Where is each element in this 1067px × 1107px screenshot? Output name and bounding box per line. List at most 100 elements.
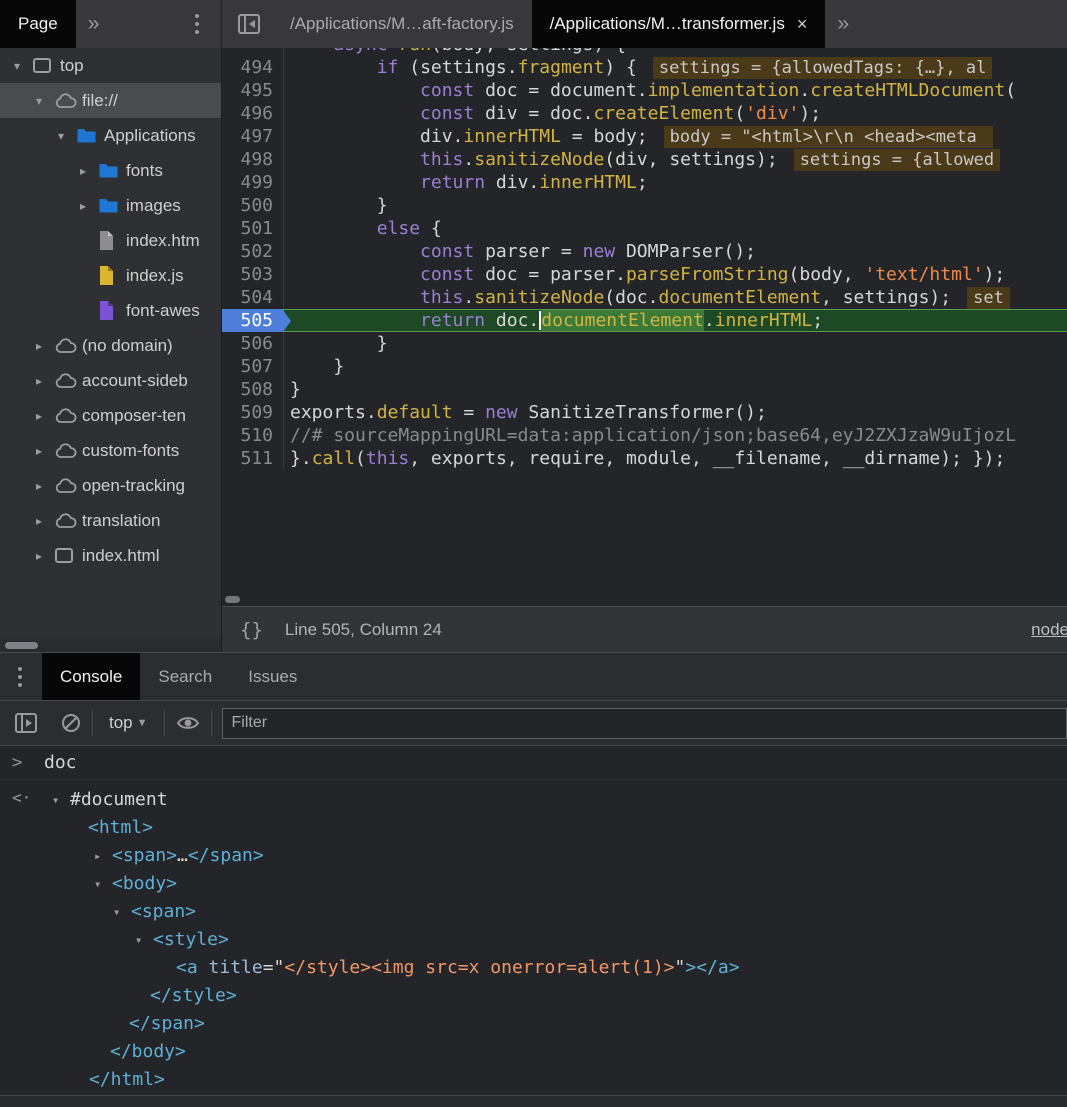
dom-tree-row[interactable]: <a title="</style><img src=x onerror=ale… (0, 954, 1067, 982)
dom-tree-row[interactable]: <html> (0, 814, 1067, 842)
sidebar-item-images[interactable]: ▸images (0, 188, 221, 223)
navigator-hscrollbar[interactable] (0, 639, 221, 652)
file-tab[interactable]: /Applications/M…transformer.js× (532, 0, 826, 48)
line-number[interactable]: 503 (222, 263, 284, 286)
code-line-content[interactable]: //# sourceMappingURL=data:application/js… (284, 424, 1067, 447)
code-line-content[interactable]: return doc.documentElement.innerHTML; (284, 309, 1067, 332)
sidebar-item-fonts[interactable]: ▸fonts (0, 153, 221, 188)
line-number[interactable]: 495 (222, 79, 284, 102)
code-line-content[interactable]: async run(body, settings) { (284, 48, 1067, 56)
code-line-content[interactable]: const doc = document.implementation.crea… (284, 79, 1067, 102)
navigator-menu-icon[interactable] (191, 10, 203, 38)
console-filter-input[interactable] (222, 708, 1067, 739)
line-number[interactable]: 510 (222, 424, 284, 447)
tree-expand-icon[interactable]: ▸ (36, 339, 54, 353)
dom-tree-row[interactable]: ▾<style> (0, 926, 1067, 954)
console-command-row[interactable]: > doc (0, 746, 1067, 780)
close-tab-icon[interactable]: × (797, 14, 808, 35)
line-number[interactable]: 496 (222, 102, 284, 125)
dom-tree-row[interactable]: </span> (0, 1010, 1067, 1038)
line-number[interactable]: 500 (222, 194, 284, 217)
sidebar-item-custom-fonts[interactable]: ▸custom-fonts (0, 433, 221, 468)
source-map-link[interactable]: node (1031, 620, 1067, 640)
line-number[interactable]: 507 (222, 355, 284, 378)
pretty-print-icon[interactable]: {} (240, 619, 263, 641)
hide-navigator-icon[interactable] (236, 11, 262, 37)
code-line-content[interactable]: else { (284, 217, 1067, 240)
editor-hscrollbar[interactable] (222, 594, 1067, 606)
line-number[interactable]: 502 (222, 240, 284, 263)
more-navigator-panels-icon[interactable]: » (76, 12, 112, 36)
dom-tree-row[interactable]: ▸<span>…</span> (0, 842, 1067, 870)
tree-expand-icon[interactable]: ▸ (80, 199, 98, 213)
drawer-menu-icon[interactable] (14, 663, 26, 691)
tree-expand-icon[interactable]: ▸ (36, 479, 54, 493)
tree-expand-icon[interactable]: ▸ (80, 164, 98, 178)
sidebar-item-index-js[interactable]: index.js (0, 258, 221, 293)
sidebar-item-open-tracking[interactable]: ▸open-tracking (0, 468, 221, 503)
sidebar-item-file-[interactable]: ▾file:// (0, 83, 221, 118)
code-line-content[interactable]: this.sanitizeNode(doc.documentElement, s… (284, 286, 1067, 309)
dom-tree-row[interactable]: ▾#document (0, 786, 1067, 814)
editor-viewport[interactable]: async run(body, settings) {494 if (setti… (222, 48, 1067, 594)
more-tabs-icon[interactable]: » (825, 12, 861, 36)
file-tab[interactable]: /Applications/M…aft-factory.js (272, 0, 532, 48)
clear-console-icon[interactable] (60, 712, 82, 734)
drawer-tab-search[interactable]: Search (140, 653, 230, 701)
line-number[interactable]: 499 (222, 171, 284, 194)
tree-expand-icon[interactable]: ▸ (36, 444, 54, 458)
line-number[interactable] (222, 48, 284, 56)
tree-expand-icon[interactable]: ▸ (94, 842, 112, 870)
sidebar-item-index-html[interactable]: ▸index.html (0, 538, 221, 573)
code-line-content[interactable]: return div.innerHTML; (284, 171, 1067, 194)
sidebar-item-index-htm[interactable]: index.htm (0, 223, 221, 258)
code-line-content[interactable]: }.call(this, exports, require, module, _… (284, 447, 1067, 470)
sidebar-item-font-awes[interactable]: font-awes (0, 293, 221, 328)
line-number[interactable]: 501 (222, 217, 284, 240)
tree-collapse-icon[interactable]: ▾ (58, 129, 76, 143)
tree-collapse-icon[interactable]: ▾ (14, 59, 32, 73)
code-line-content[interactable]: } (284, 378, 1067, 401)
line-number[interactable]: 505 (222, 309, 284, 332)
sidebar-item-applications[interactable]: ▾Applications (0, 118, 221, 153)
code-line-content[interactable]: div.innerHTML = body;body = "<html>\r\n … (284, 125, 1067, 148)
tree-collapse-icon[interactable]: ▾ (113, 898, 131, 926)
sidebar-item-account-sideb[interactable]: ▸account-sideb (0, 363, 221, 398)
live-expression-eye-icon[interactable] (175, 713, 201, 733)
tree-expand-icon[interactable]: ▸ (36, 549, 54, 563)
code-line-content[interactable]: exports.default = new SanitizeTransforme… (284, 401, 1067, 424)
sidebar-item-composer-ten[interactable]: ▸composer-ten (0, 398, 221, 433)
console-sidebar-toggle-icon[interactable] (14, 712, 38, 734)
drawer-tab-console[interactable]: Console (42, 653, 140, 701)
code-line-content[interactable]: const doc = parser.parseFromString(body,… (284, 263, 1067, 286)
code-line-content[interactable]: } (284, 355, 1067, 378)
tree-expand-icon[interactable]: ▸ (36, 374, 54, 388)
code-line-content[interactable]: this.sanitizeNode(div, settings);setting… (284, 148, 1067, 171)
tree-collapse-icon[interactable]: ▾ (135, 926, 153, 954)
line-number[interactable]: 506 (222, 332, 284, 355)
code-line-content[interactable]: const div = doc.createElement('div'); (284, 102, 1067, 125)
code-line-content[interactable]: if (settings.fragment) {settings = {allo… (284, 56, 1067, 79)
dom-tree-row[interactable]: </style> (0, 982, 1067, 1010)
dom-tree-row[interactable]: </html> (0, 1066, 1067, 1094)
line-number[interactable]: 498 (222, 148, 284, 171)
context-selector[interactable]: top (109, 713, 133, 733)
tree-collapse-icon[interactable]: ▾ (36, 94, 54, 108)
tree-expand-icon[interactable]: ▸ (36, 409, 54, 423)
dom-tree-row[interactable]: ▾<span> (0, 898, 1067, 926)
tree-collapse-icon[interactable]: ▾ (52, 786, 70, 814)
line-number[interactable]: 508 (222, 378, 284, 401)
line-number[interactable]: 497 (222, 125, 284, 148)
code-line-content[interactable]: } (284, 332, 1067, 355)
tree-expand-icon[interactable]: ▸ (36, 514, 54, 528)
line-number[interactable]: 511 (222, 447, 284, 470)
tab-page[interactable]: Page (0, 0, 76, 48)
sidebar-item-top[interactable]: ▾top (0, 48, 221, 83)
line-number[interactable]: 504 (222, 286, 284, 309)
dom-tree-row[interactable]: </body> (0, 1038, 1067, 1066)
tree-collapse-icon[interactable]: ▾ (94, 870, 112, 898)
sidebar-item--no-domain-[interactable]: ▸(no domain) (0, 328, 221, 363)
dom-tree-row[interactable]: ▾<body> (0, 870, 1067, 898)
code-line-content[interactable]: } (284, 194, 1067, 217)
drawer-tab-issues[interactable]: Issues (230, 653, 315, 701)
